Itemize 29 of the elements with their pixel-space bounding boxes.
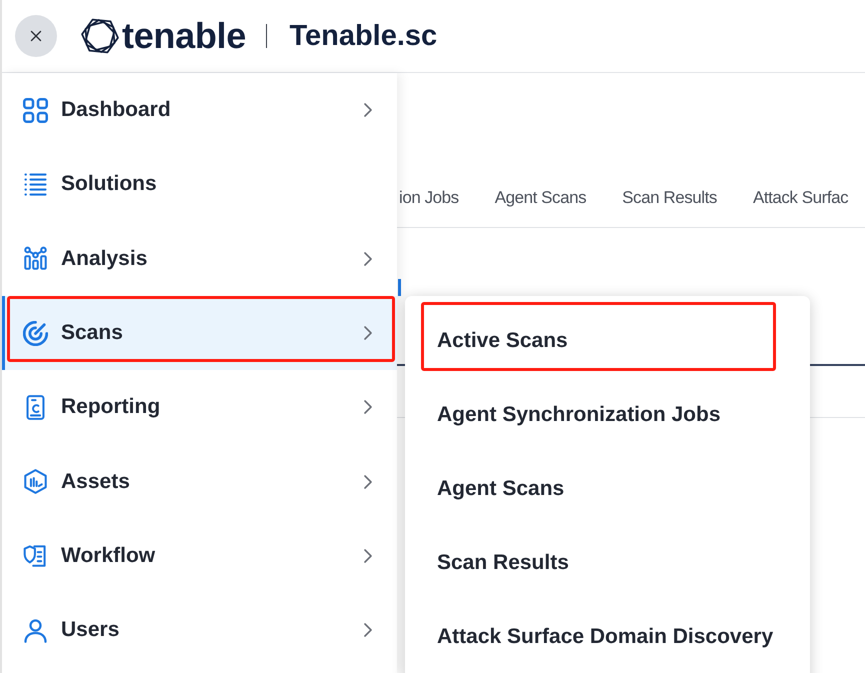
product-title: Tenable.sc (289, 22, 438, 50)
submenu-item[interactable]: Scan Results (405, 526, 810, 600)
hexagon-icon (23, 469, 48, 494)
bar-chart-icon (23, 246, 48, 272)
sidebar-item[interactable]: Reporting (2, 370, 397, 444)
list-icon (23, 172, 48, 197)
submenu-item[interactable]: Attack Surface Domain Discovery (405, 600, 810, 673)
logo-icon (80, 16, 120, 56)
close-button[interactable] (15, 15, 57, 57)
tab[interactable]: Scan Results (603, 188, 734, 208)
sidebar-item[interactable]: Analysis (2, 222, 397, 296)
indicator-bar (398, 279, 401, 296)
radar-icon (23, 320, 48, 346)
user-icon (23, 618, 48, 643)
sidebar-item[interactable]: Dashboard (2, 73, 397, 148)
logo-wordmark: tenable (122, 18, 246, 54)
submenu-item[interactable]: Agent Scans (405, 452, 810, 526)
shield-document-icon (23, 543, 48, 568)
submenu-item[interactable]: Agent Synchronization Jobs (405, 378, 810, 452)
sidebar-item[interactable]: Assets (2, 444, 397, 519)
submenu-item[interactable]: Active Scans (405, 304, 810, 378)
sidebar-item[interactable]: Solutions (2, 147, 397, 222)
tab[interactable]: Agent Scans (476, 188, 604, 208)
sidebar-item[interactable]: Scans (2, 296, 397, 370)
tab[interactable]: ion Jobs (397, 188, 476, 208)
grid-icon (23, 98, 48, 123)
sidebar-item[interactable]: Users (2, 593, 397, 668)
sidebar-item[interactable]: Workflow (2, 518, 397, 594)
tab[interactable]: Attack Surfac (734, 188, 865, 208)
